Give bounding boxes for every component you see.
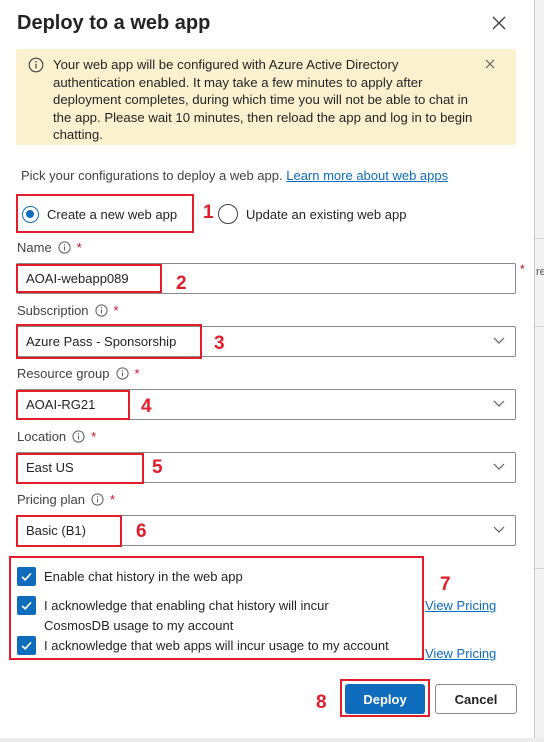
- callout-number-8: 8: [316, 692, 327, 713]
- required-marker: *: [113, 303, 119, 318]
- radio-update-existing[interactable]: Update an existing web app: [218, 203, 406, 225]
- subscription-label: Subscription *: [17, 303, 119, 318]
- close-icon: [485, 59, 495, 69]
- callout-number-1: 1: [203, 202, 214, 223]
- callout-box-4: [16, 390, 130, 420]
- chevron-down-icon: [493, 463, 505, 470]
- info-icon: [115, 367, 129, 380]
- background-divider: [534, 326, 544, 327]
- banner-dismiss-button[interactable]: [483, 57, 497, 71]
- callout-box-6: [16, 515, 122, 547]
- callout-box-5: [16, 453, 144, 484]
- callout-box-2: [16, 264, 162, 293]
- background-page: re: [534, 0, 544, 742]
- background-required-marker: *: [520, 262, 525, 276]
- callout-number-4: 4: [141, 396, 152, 417]
- background-divider: [534, 568, 544, 569]
- dialog-title: Deploy to a web app: [17, 12, 211, 34]
- callout-number-3: 3: [214, 333, 225, 354]
- view-pricing-link-cosmosdb[interactable]: View Pricing: [425, 598, 496, 613]
- info-icon: [58, 241, 71, 254]
- info-icon: [28, 57, 44, 73]
- close-button[interactable]: [488, 12, 510, 34]
- intro-label: Pick your configurations to deploy a web…: [21, 168, 283, 183]
- name-label: Name *: [17, 240, 82, 255]
- callout-number-2: 2: [176, 273, 187, 294]
- required-marker: *: [91, 429, 97, 444]
- background-bottom: [0, 738, 544, 742]
- chevron-down-icon: [493, 400, 505, 407]
- background-text-fragment: re: [536, 266, 544, 278]
- callout-number-5: 5: [152, 457, 163, 478]
- required-marker: *: [109, 492, 115, 507]
- location-label: Location *: [17, 429, 96, 444]
- field-label-text: Resource group: [17, 366, 110, 381]
- banner-message: Your web app will be configured with Azu…: [53, 57, 473, 142]
- info-icon: [91, 493, 104, 506]
- callout-box-7: [9, 556, 424, 660]
- field-label-text: Location: [17, 429, 67, 444]
- required-marker: *: [76, 240, 82, 255]
- info-banner: Your web app will be configured with Azu…: [16, 49, 516, 145]
- intro-text: Pick your configurations to deploy a web…: [21, 168, 448, 183]
- pricing-plan-label: Pricing plan *: [17, 492, 115, 507]
- callout-number-7: 7: [440, 574, 451, 595]
- field-label-text: Subscription: [17, 303, 89, 318]
- info-icon: [94, 304, 108, 317]
- callout-number-6: 6: [136, 521, 147, 542]
- callout-box-1: [16, 194, 194, 233]
- background-divider: [534, 238, 544, 239]
- radio-label: Update an existing web app: [246, 206, 407, 222]
- radio-unselected-indicator: [218, 204, 238, 224]
- callout-box-8: [340, 679, 430, 717]
- resource-group-label: Resource group *: [17, 366, 140, 381]
- cancel-button[interactable]: Cancel: [435, 684, 517, 714]
- chevron-down-icon: [493, 526, 505, 533]
- chevron-down-icon: [493, 337, 505, 344]
- required-marker: *: [134, 366, 140, 381]
- field-label-text: Pricing plan: [17, 492, 85, 507]
- field-label-text: Name: [17, 240, 52, 255]
- callout-box-3: [16, 324, 202, 359]
- close-icon: [492, 16, 506, 30]
- view-pricing-link-webapp[interactable]: View Pricing: [425, 646, 496, 661]
- learn-more-link[interactable]: Learn more about web apps: [286, 168, 448, 183]
- info-icon: [72, 430, 85, 443]
